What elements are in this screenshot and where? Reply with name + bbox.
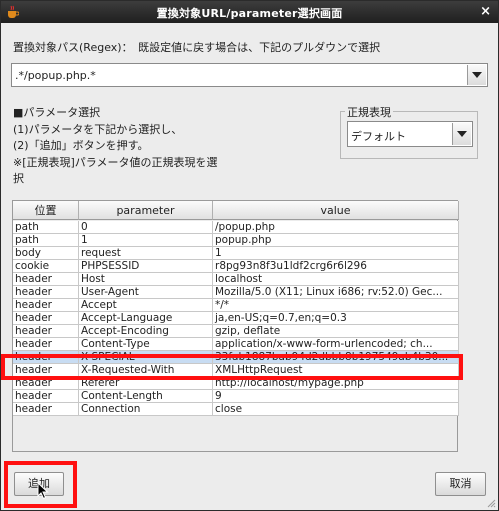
cell-parameter: User-Agent xyxy=(79,286,213,299)
cell-position: header xyxy=(13,312,79,325)
regex-path-dropdown-button[interactable] xyxy=(467,65,486,85)
instruction-step1: (1)パラメータを下記から選択し、 xyxy=(13,123,183,136)
cell-parameter: Accept-Language xyxy=(79,312,213,325)
table-row[interactable]: header Accept */* xyxy=(13,299,459,312)
cell-value: application/x-www-form-urlencoded; ch... xyxy=(213,338,459,351)
cell-value: Mozilla/5.0 (X11; Linux i686; rv:52.0) G… xyxy=(213,286,459,299)
cell-position: header xyxy=(13,273,79,286)
regex-groupbox: 正規表現 デフォルト xyxy=(340,104,478,159)
cell-parameter: Content-Length xyxy=(79,390,213,403)
close-icon[interactable]: × xyxy=(480,4,491,19)
instruction-step2: (2)「追加」ボタンを押す。 xyxy=(13,139,149,152)
cell-value: ja,en-US;q=0.7,en;q=0.3 xyxy=(213,312,459,325)
cell-position: header xyxy=(13,286,79,299)
cell-parameter: 0 xyxy=(79,221,213,234)
cell-parameter: request xyxy=(79,247,213,260)
table-header: 位置 parameter value xyxy=(13,201,459,221)
regex-mode-combobox[interactable]: デフォルト xyxy=(347,121,473,147)
cell-value: r8pg93n8f3u1ldf2crg6r6l296 xyxy=(213,260,459,273)
instruction-note: ※[正規表現]パラメータ値の正規表現を選 xyxy=(13,156,218,169)
cell-position: path xyxy=(13,221,79,234)
cell-position: cookie xyxy=(13,260,79,273)
selected-row-highlight xyxy=(1,354,463,380)
table-row[interactable]: header Connection close xyxy=(13,403,459,416)
instruction-heading: ■パラメータ選択 xyxy=(13,106,101,119)
resize-grip-icon[interactable] xyxy=(486,498,496,508)
cell-parameter: Connection xyxy=(79,403,213,416)
table-row[interactable]: header Content-Length 9 xyxy=(13,390,459,403)
cancel-button[interactable]: 取消 xyxy=(435,472,486,496)
table-row[interactable]: path 0/popup.php xyxy=(13,221,459,234)
column-header-position[interactable]: 位置 xyxy=(13,201,79,220)
chevron-down-icon xyxy=(472,72,482,78)
cell-value: close xyxy=(213,403,459,416)
cell-value: 1 xyxy=(213,247,459,260)
cell-parameter: PHPSESSID xyxy=(79,260,213,273)
regex-mode-dropdown-button[interactable] xyxy=(452,123,471,145)
cell-position: header xyxy=(13,338,79,351)
cell-value: localhost xyxy=(213,273,459,286)
mouse-cursor-icon xyxy=(37,482,49,500)
table-row[interactable]: header Accept-Language ja,en-US;q=0.7,en;q… xyxy=(13,312,459,325)
cell-position: header xyxy=(13,325,79,338)
column-header-parameter[interactable]: parameter xyxy=(79,201,213,220)
cell-value: */* xyxy=(213,299,459,312)
cell-position: body xyxy=(13,247,79,260)
cell-value: popup.php xyxy=(213,234,459,247)
regex-path-value: .*/popup.php.* xyxy=(15,69,96,82)
cell-parameter: 1 xyxy=(79,234,213,247)
cell-position: header xyxy=(13,299,79,312)
table-row[interactable]: path 1 popup.php xyxy=(13,234,459,247)
window-title: 置換対象URL/parameter選択画面 xyxy=(156,7,343,20)
table-row[interactable]: header Content-Type application/x-www-form… xyxy=(13,338,459,351)
table-row[interactable]: header User-Agent Mozilla/5.0 (X11; Linux … xyxy=(13,286,459,299)
instruction-note-cont: 択 xyxy=(13,172,24,185)
regex-group-label: 正規表現 xyxy=(345,104,393,120)
table-row[interactable]: header Host localhost xyxy=(13,273,459,286)
table-row[interactable]: body request 1 xyxy=(13,247,459,260)
table-row[interactable]: cookie PHPSESSID r8pg93n8f3u1ldf2crg6r6l29… xyxy=(13,260,459,273)
chevron-down-icon xyxy=(457,131,467,137)
cell-position: path xyxy=(13,234,79,247)
cell-position: header xyxy=(13,403,79,416)
cell-value: /popup.php xyxy=(213,221,459,234)
column-header-value[interactable]: value xyxy=(213,201,459,220)
table-row[interactable]: header Accept-Encoding gzip, deflate xyxy=(13,325,459,338)
cell-parameter: Accept xyxy=(79,299,213,312)
parameter-table[interactable]: 位置 parameter value path 0/popup.php path 1 p… xyxy=(12,200,459,452)
dialog-window: 置換対象URL/parameter選択画面 × 置換対象パス(Regex)： 既… xyxy=(0,0,499,511)
cell-parameter: Content-Type xyxy=(79,338,213,351)
cell-parameter: Accept-Encoding xyxy=(79,325,213,338)
cell-value: gzip, deflate xyxy=(213,325,459,338)
regex-path-combobox[interactable]: .*/popup.php.* xyxy=(11,63,488,87)
cell-parameter: Host xyxy=(79,273,213,286)
regex-mode-value: デフォルト xyxy=(351,130,406,143)
title-bar[interactable]: 置換対象URL/parameter選択画面 × xyxy=(1,1,498,23)
cell-value: 9 xyxy=(213,390,459,403)
cell-position: header xyxy=(13,390,79,403)
regex-path-label: 置換対象パス(Regex)： 既設定値に戻す場合は、下記のプルダウンで選択 xyxy=(13,41,381,54)
